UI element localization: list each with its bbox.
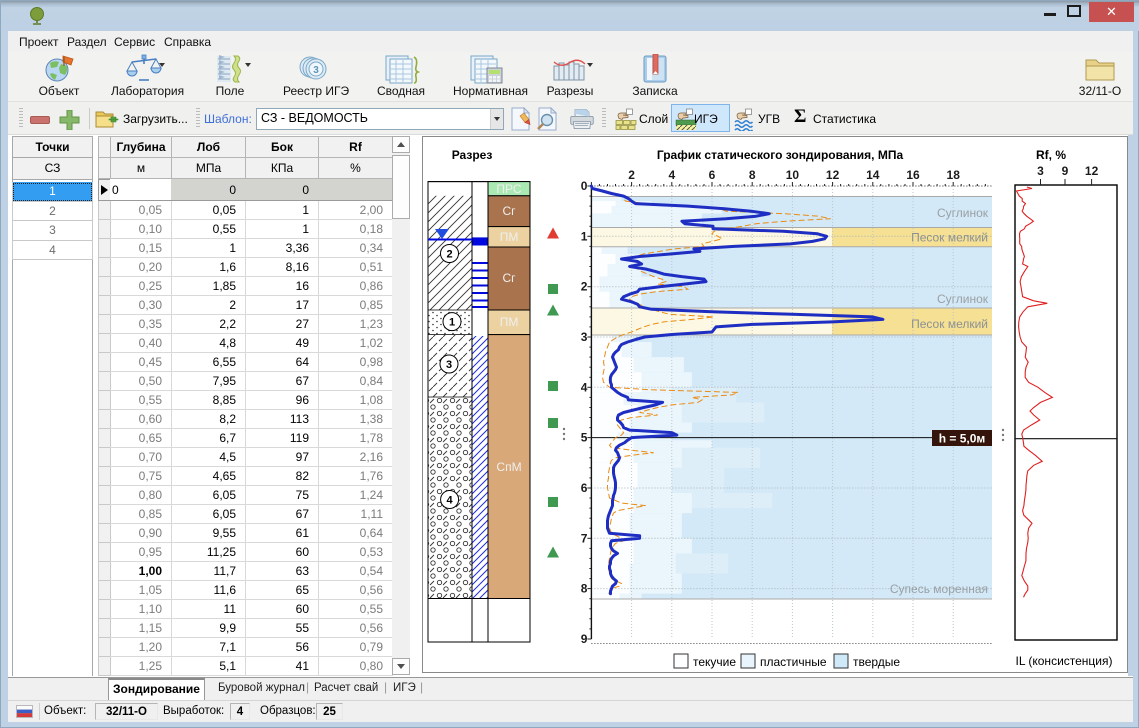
svg-text:твердые: твердые: [853, 655, 900, 669]
svg-text:Песок мелкий: Песок мелкий: [911, 231, 988, 245]
svg-text:10: 10: [786, 168, 800, 182]
svg-text:1: 1: [581, 229, 588, 243]
svg-text:2: 2: [446, 249, 452, 261]
svg-text:ПМ: ПМ: [500, 315, 519, 329]
svg-text:12: 12: [1085, 164, 1099, 178]
svg-text:16: 16: [906, 168, 920, 182]
svg-text:Разрез: Разрез: [452, 148, 493, 162]
svg-text:пластичные: пластичные: [760, 655, 827, 669]
svg-text:Суглинок: Суглинок: [937, 206, 989, 220]
svg-text:Песок мелкий: Песок мелкий: [911, 317, 988, 331]
svg-text:Rf, %: Rf, %: [1036, 148, 1066, 162]
svg-text:8: 8: [581, 582, 588, 596]
svg-text:текучие: текучие: [693, 655, 736, 669]
svg-text:9: 9: [1062, 164, 1069, 178]
svg-text:График статического зондирован: График статического зондирования, МПа: [657, 148, 904, 162]
svg-text:Супесь моренная: Супесь моренная: [890, 582, 988, 596]
svg-text:ПМ: ПМ: [500, 230, 519, 244]
svg-text:4: 4: [668, 168, 675, 182]
svg-text:4: 4: [581, 380, 588, 394]
svg-text:7: 7: [581, 531, 588, 545]
svg-text:Сг: Сг: [502, 271, 516, 285]
svg-text:СпМ: СпМ: [496, 460, 521, 474]
svg-text:18: 18: [947, 168, 961, 182]
svg-text:ПРС: ПРС: [496, 182, 521, 196]
svg-text:Суглинок: Суглинок: [937, 292, 989, 306]
svg-text:3: 3: [581, 330, 588, 344]
svg-text:6: 6: [581, 481, 588, 495]
svg-text:3: 3: [446, 359, 452, 371]
svg-text:IL (консистенция): IL (консистенция): [1015, 654, 1112, 668]
svg-text:3: 3: [1037, 164, 1044, 178]
svg-text:1: 1: [449, 317, 455, 329]
svg-text:5: 5: [581, 431, 588, 445]
svg-text:12: 12: [826, 168, 840, 182]
svg-text:Сг: Сг: [502, 204, 516, 218]
svg-text:9: 9: [581, 632, 588, 646]
svg-text:2: 2: [628, 168, 635, 182]
svg-text:h = 5,0м: h = 5,0м: [939, 432, 986, 446]
svg-text:14: 14: [866, 168, 880, 182]
svg-text:8: 8: [749, 168, 756, 182]
svg-text:3: 3: [313, 65, 319, 76]
svg-text:0: 0: [581, 179, 588, 193]
svg-text:4: 4: [447, 495, 454, 507]
svg-text:6: 6: [709, 168, 716, 182]
svg-text:2: 2: [581, 280, 588, 294]
